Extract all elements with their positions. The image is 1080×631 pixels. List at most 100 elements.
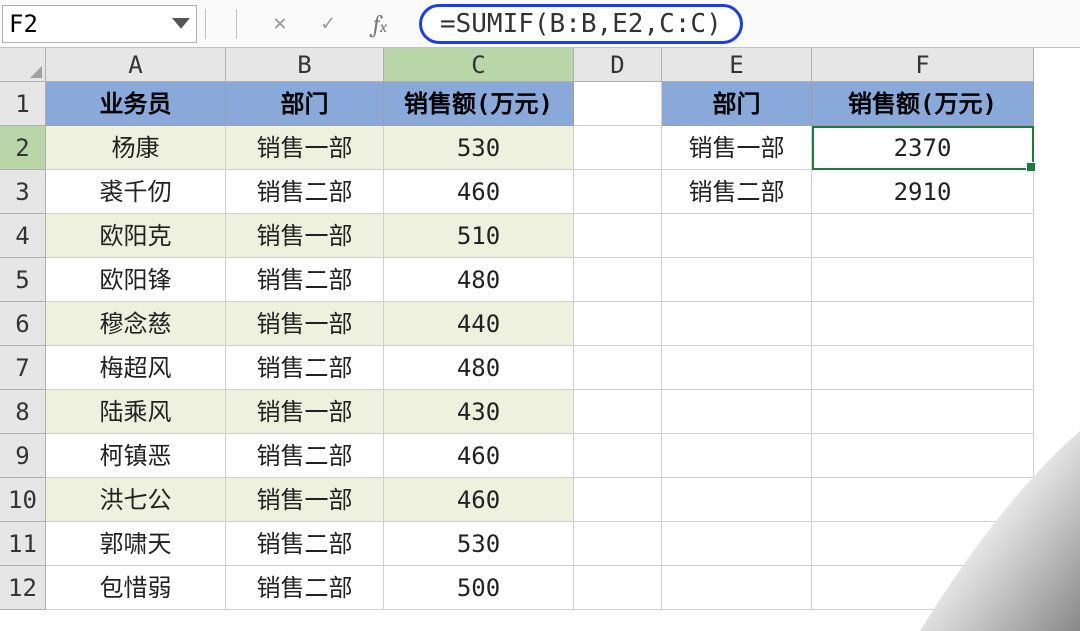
- cell-B6[interactable]: 销售一部: [226, 302, 384, 346]
- cell-E4[interactable]: [662, 214, 812, 258]
- cell-C1[interactable]: 销售额(万元): [384, 82, 574, 126]
- cell-E3[interactable]: 销售二部: [662, 170, 812, 214]
- cell-E5[interactable]: [662, 258, 812, 302]
- row-header-12[interactable]: 12: [0, 566, 46, 610]
- cell-A5[interactable]: 欧阳锋: [46, 258, 226, 302]
- cell-B7[interactable]: 销售二部: [226, 346, 384, 390]
- cell-F1[interactable]: 销售额(万元): [812, 82, 1034, 126]
- cell-D5[interactable]: [574, 258, 662, 302]
- cell-B10[interactable]: 销售一部: [226, 478, 384, 522]
- cell-B11[interactable]: 销售二部: [226, 522, 384, 566]
- cell-A4[interactable]: 欧阳克: [46, 214, 226, 258]
- cell-F11[interactable]: [812, 522, 1034, 566]
- select-all-corner[interactable]: [0, 48, 46, 82]
- chevron-down-icon[interactable]: [172, 15, 190, 33]
- cell-B3[interactable]: 销售二部: [226, 170, 384, 214]
- formula-bar: F2 ✕ ✓ fx =SUMIF(B:B,E2,C:C): [0, 0, 1080, 48]
- cell-C12[interactable]: 500: [384, 566, 574, 610]
- row-header-7[interactable]: 7: [0, 346, 46, 390]
- row-header-8[interactable]: 8: [0, 390, 46, 434]
- cell-A1[interactable]: 业务员: [46, 82, 226, 126]
- cell-F5[interactable]: [812, 258, 1034, 302]
- col-header-A[interactable]: A: [46, 48, 226, 82]
- cell-F6[interactable]: [812, 302, 1034, 346]
- cell-E10[interactable]: [662, 478, 812, 522]
- cell-B1[interactable]: 部门: [226, 82, 384, 126]
- col-header-E[interactable]: E: [662, 48, 812, 82]
- cell-C7[interactable]: 480: [384, 346, 574, 390]
- cell-F8[interactable]: [812, 390, 1034, 434]
- cell-D2[interactable]: [574, 126, 662, 170]
- col-header-B[interactable]: B: [226, 48, 384, 82]
- cell-B2[interactable]: 销售一部: [226, 126, 384, 170]
- cell-D3[interactable]: [574, 170, 662, 214]
- cell-D12[interactable]: [574, 566, 662, 610]
- cell-A7[interactable]: 梅超风: [46, 346, 226, 390]
- check-icon[interactable]: ✓: [315, 11, 341, 37]
- row-header-2[interactable]: 2: [0, 126, 46, 170]
- cell-A9[interactable]: 柯镇恶: [46, 434, 226, 478]
- cell-E1[interactable]: 部门: [662, 82, 812, 126]
- cell-A6[interactable]: 穆念慈: [46, 302, 226, 346]
- cell-E9[interactable]: [662, 434, 812, 478]
- cell-A12[interactable]: 包惜弱: [46, 566, 226, 610]
- cell-C4[interactable]: 510: [384, 214, 574, 258]
- col-header-C[interactable]: C: [384, 48, 574, 82]
- cell-D4[interactable]: [574, 214, 662, 258]
- cell-C3[interactable]: 460: [384, 170, 574, 214]
- cell-C5[interactable]: 480: [384, 258, 574, 302]
- cell-E12[interactable]: [662, 566, 812, 610]
- cell-D7[interactable]: [574, 346, 662, 390]
- row-header-9[interactable]: 9: [0, 434, 46, 478]
- cell-F10[interactable]: [812, 478, 1034, 522]
- cell-D9[interactable]: [574, 434, 662, 478]
- cell-A10[interactable]: 洪七公: [46, 478, 226, 522]
- cell-D11[interactable]: [574, 522, 662, 566]
- cell-F2[interactable]: 2370: [812, 126, 1034, 170]
- cell-E6[interactable]: [662, 302, 812, 346]
- cell-B8[interactable]: 销售一部: [226, 390, 384, 434]
- fx-icon[interactable]: fx: [363, 10, 397, 38]
- row-header-4[interactable]: 4: [0, 214, 46, 258]
- cell-F4[interactable]: [812, 214, 1034, 258]
- row-header-11[interactable]: 11: [0, 522, 46, 566]
- cell-A3[interactable]: 裘千仞: [46, 170, 226, 214]
- formula-input[interactable]: =SUMIF(B:B,E2,C:C): [419, 4, 743, 44]
- name-box-value: F2: [9, 10, 38, 38]
- cell-D6[interactable]: [574, 302, 662, 346]
- cell-A2[interactable]: 杨康: [46, 126, 226, 170]
- cell-F9[interactable]: [812, 434, 1034, 478]
- cell-C9[interactable]: 460: [384, 434, 574, 478]
- cell-F7[interactable]: [812, 346, 1034, 390]
- cell-A11[interactable]: 郭啸天: [46, 522, 226, 566]
- cell-C6[interactable]: 440: [384, 302, 574, 346]
- name-box[interactable]: F2: [2, 5, 197, 43]
- col-header-D[interactable]: D: [574, 48, 662, 82]
- grid: A B C D E F 1 业务员 部门 销售额(万元) 部门 销售额(万元) …: [0, 48, 1080, 610]
- cell-E8[interactable]: [662, 390, 812, 434]
- cell-E2[interactable]: 销售一部: [662, 126, 812, 170]
- cell-B9[interactable]: 销售二部: [226, 434, 384, 478]
- cell-E7[interactable]: [662, 346, 812, 390]
- cell-D8[interactable]: [574, 390, 662, 434]
- cell-C8[interactable]: 430: [384, 390, 574, 434]
- row-header-1[interactable]: 1: [0, 82, 46, 126]
- cell-D1[interactable]: [574, 82, 662, 126]
- row-header-3[interactable]: 3: [0, 170, 46, 214]
- cell-C10[interactable]: 460: [384, 478, 574, 522]
- row-header-10[interactable]: 10: [0, 478, 46, 522]
- cell-B5[interactable]: 销售二部: [226, 258, 384, 302]
- cell-E11[interactable]: [662, 522, 812, 566]
- cell-B12[interactable]: 销售二部: [226, 566, 384, 610]
- col-header-F[interactable]: F: [812, 48, 1034, 82]
- row-header-6[interactable]: 6: [0, 302, 46, 346]
- cell-D10[interactable]: [574, 478, 662, 522]
- cell-F12[interactable]: [812, 566, 1034, 610]
- cell-B4[interactable]: 销售一部: [226, 214, 384, 258]
- cell-C11[interactable]: 530: [384, 522, 574, 566]
- cancel-icon[interactable]: ✕: [267, 11, 293, 37]
- cell-C2[interactable]: 530: [384, 126, 574, 170]
- row-header-5[interactable]: 5: [0, 258, 46, 302]
- cell-F3[interactable]: 2910: [812, 170, 1034, 214]
- cell-A8[interactable]: 陆乘风: [46, 390, 226, 434]
